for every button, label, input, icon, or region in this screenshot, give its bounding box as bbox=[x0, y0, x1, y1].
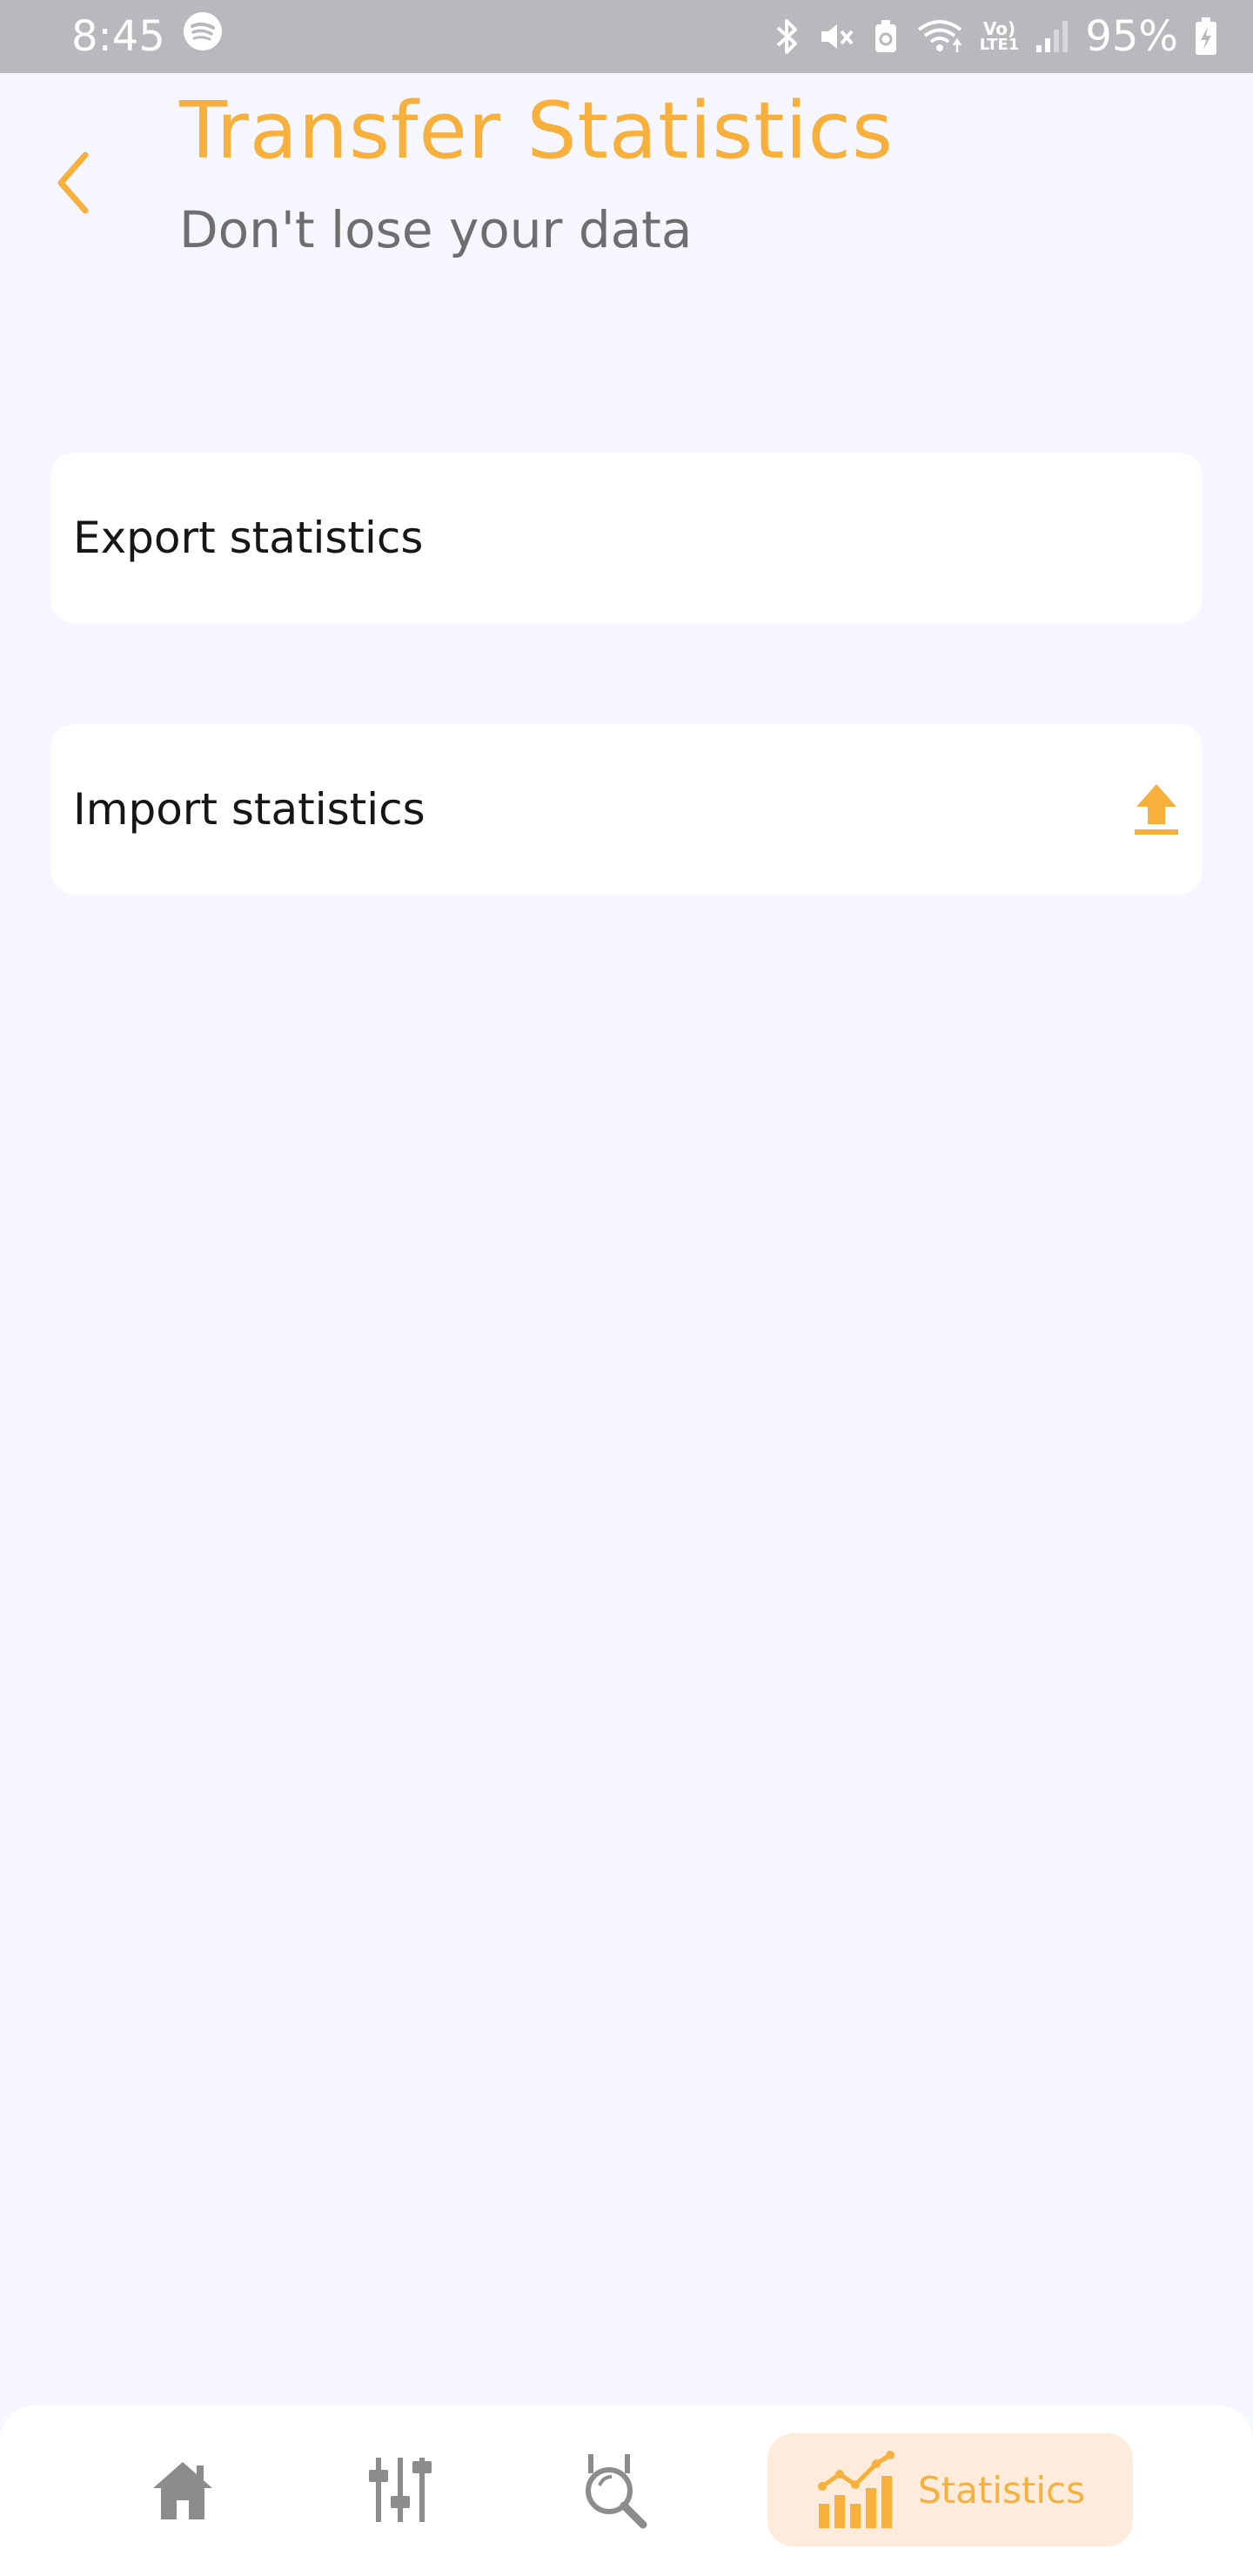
nav-equalizer[interactable] bbox=[348, 2433, 452, 2546]
page-header: Transfer Statistics Don't lose your data bbox=[0, 73, 1253, 299]
equalizer-icon bbox=[369, 2458, 432, 2522]
wifi-icon bbox=[915, 17, 964, 56]
bottom-navigation: Statistics bbox=[0, 2405, 1253, 2576]
battery-percentage: 95% bbox=[1085, 12, 1178, 61]
import-statistics-label: Import statistics bbox=[73, 784, 425, 835]
export-statistics-label: Export statistics bbox=[73, 513, 424, 563]
status-time: 8:45 bbox=[71, 12, 165, 61]
battery-icon bbox=[1194, 17, 1218, 57]
page-title: Transfer Statistics bbox=[179, 85, 894, 177]
battery-saver-icon bbox=[872, 17, 900, 56]
spotify-icon bbox=[183, 11, 223, 62]
back-button[interactable] bbox=[42, 134, 104, 231]
upload-icon bbox=[1133, 782, 1180, 836]
statistics-chart-icon bbox=[818, 2451, 895, 2528]
nav-search[interactable] bbox=[562, 2433, 667, 2546]
nav-statistics[interactable]: Statistics bbox=[767, 2433, 1133, 2546]
search-icon bbox=[586, 2454, 647, 2529]
nav-statistics-label: Statistics bbox=[918, 2468, 1085, 2512]
signal-icon bbox=[1035, 17, 1069, 56]
nav-home[interactable] bbox=[131, 2433, 235, 2546]
bluetooth-icon bbox=[773, 17, 802, 56]
chevron-left-icon bbox=[57, 151, 89, 214]
mute-icon bbox=[818, 17, 856, 56]
export-statistics-button[interactable]: Export statistics bbox=[50, 453, 1203, 623]
status-bar: 8:45 Vo) LTE1 95% bbox=[0, 0, 1253, 73]
home-icon bbox=[153, 2462, 212, 2519]
import-statistics-button[interactable]: Import statistics bbox=[50, 724, 1203, 895]
page-subtitle: Don't lose your data bbox=[179, 200, 693, 259]
volte-icon: Vo) LTE1 bbox=[979, 18, 1020, 54]
